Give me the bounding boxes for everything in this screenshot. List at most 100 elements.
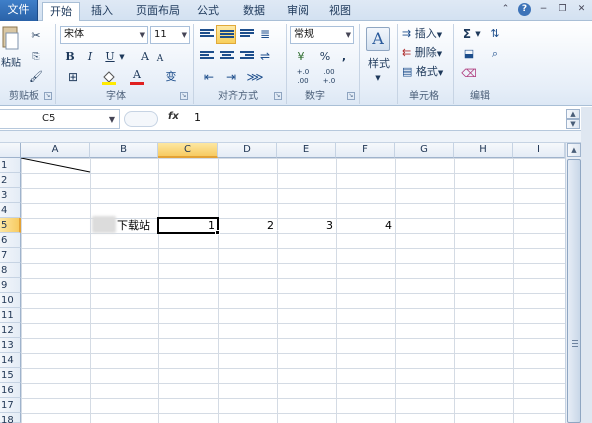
column-header-h[interactable]: H	[454, 143, 513, 158]
column-header-e[interactable]: E	[277, 143, 336, 158]
merge-center-icon[interactable]: ⋙	[244, 68, 266, 86]
tab-review[interactable]: 审阅	[280, 2, 316, 21]
bold-button[interactable]: B	[63, 48, 77, 66]
increase-decimal-button[interactable]: +.0 .00	[292, 68, 314, 86]
copy-icon[interactable]: ⎘	[28, 48, 44, 66]
shrink-font-button[interactable]: A	[154, 50, 166, 68]
tab-page-layout[interactable]: 页面布局	[128, 2, 188, 21]
scroll-thumb[interactable]	[567, 159, 581, 423]
format-cells-button[interactable]: ▤ 格式▼	[402, 63, 450, 81]
row-header-5[interactable]: 5	[0, 218, 21, 233]
row-header-9[interactable]: 9	[0, 278, 21, 293]
grow-font-button[interactable]: A	[138, 48, 152, 66]
row-header-10[interactable]: 10	[0, 293, 21, 308]
column-header-g[interactable]: G	[395, 143, 454, 158]
row-header-4[interactable]: 4	[0, 203, 21, 218]
vertical-scrollbar[interactable]: ▲	[565, 143, 581, 423]
column-header-d[interactable]: D	[218, 143, 277, 158]
row-header-2[interactable]: 2	[0, 173, 21, 188]
restore-icon[interactable]: ❐	[556, 3, 569, 16]
column-header-c[interactable]: C	[158, 143, 218, 158]
tab-file[interactable]: 文件	[0, 0, 38, 21]
border-icon[interactable]: ⊞	[62, 68, 84, 86]
comma-button[interactable]: ,	[338, 48, 350, 66]
underline-button[interactable]: U	[103, 48, 117, 66]
cell-b5[interactable]: 下载站	[117, 218, 158, 233]
sort-filter-icon[interactable]: ⇅	[484, 25, 506, 43]
cell-grid[interactable]	[21, 158, 565, 423]
row-header-7[interactable]: 7	[0, 248, 21, 263]
cut-icon[interactable]: ✂	[28, 27, 44, 45]
row-header-17[interactable]: 17	[0, 398, 21, 413]
paste-button[interactable]: 粘贴	[0, 55, 22, 73]
clear-icon[interactable]: ⌫	[458, 65, 480, 83]
tab-insert[interactable]: 插入	[84, 2, 120, 21]
row-header-6[interactable]: 6	[0, 233, 21, 248]
insert-cells-button[interactable]: ⇉ 插入▼	[402, 25, 450, 43]
scroll-up-icon[interactable]: ▲	[567, 143, 581, 157]
row-header-12[interactable]: 12	[0, 323, 21, 338]
phonetic-button[interactable]: 变	[160, 68, 182, 86]
tab-view[interactable]: 视图	[322, 2, 358, 21]
currency-button[interactable]: ¥	[292, 48, 310, 66]
help-icon[interactable]: ?	[518, 3, 531, 16]
wrap-text-icon[interactable]: ⇌	[256, 47, 274, 65]
name-box[interactable]: C5 ▼	[0, 109, 120, 129]
styles-icon[interactable]: A	[366, 27, 390, 51]
close-icon[interactable]: ✕	[575, 3, 588, 16]
tab-formulas[interactable]: 公式	[190, 2, 226, 21]
minimize-icon[interactable]: −	[537, 3, 550, 16]
paste-icon[interactable]	[0, 25, 22, 55]
font-size-select[interactable]: 11 ▼	[150, 26, 190, 44]
font-color-icon[interactable]: A	[128, 68, 146, 86]
collapse-ribbon-icon[interactable]: ⌃	[499, 3, 512, 16]
delete-cells-button[interactable]: ⇇ 删除▼	[402, 44, 450, 62]
formula-bar-scroll-up-icon[interactable]: ▲	[566, 109, 580, 119]
format-painter-icon[interactable]: 🖌	[28, 68, 44, 86]
cell-d5[interactable]: 2	[218, 218, 277, 233]
decrease-indent-icon[interactable]: ⇤	[200, 68, 218, 86]
align-right-icon[interactable]	[240, 51, 254, 63]
font-launcher-icon[interactable]: ↘	[180, 92, 188, 100]
row-header-8[interactable]: 8	[0, 263, 21, 278]
chevron-down-icon[interactable]: ▼	[474, 25, 482, 43]
clipboard-launcher-icon[interactable]: ↘	[44, 92, 52, 100]
row-header-1[interactable]: 1	[0, 158, 21, 173]
align-middle-button[interactable]	[216, 25, 236, 44]
find-select-icon[interactable]: ⌕	[484, 45, 506, 63]
formula-input[interactable]: 1	[194, 111, 201, 124]
align-bottom-icon[interactable]	[240, 29, 254, 41]
tab-data[interactable]: 数据	[236, 2, 272, 21]
align-top-icon[interactable]	[200, 29, 214, 41]
insert-function-button[interactable]: fx	[168, 111, 179, 122]
chevron-down-icon[interactable]: ▼	[118, 48, 126, 66]
fill-color-icon[interactable]	[100, 68, 118, 86]
italic-button[interactable]: I	[83, 48, 97, 66]
align-left-icon[interactable]	[200, 51, 214, 63]
row-header-16[interactable]: 16	[0, 383, 21, 398]
orientation-icon[interactable]: ≣	[256, 25, 274, 43]
formula-bar-scroll-down-icon[interactable]: ▼	[566, 119, 580, 129]
cell-e5[interactable]: 3	[277, 218, 336, 233]
row-header-18[interactable]: 18	[0, 413, 21, 423]
percent-button[interactable]: %	[318, 48, 332, 66]
fill-handle[interactable]	[215, 230, 220, 235]
column-header-i[interactable]: I	[513, 143, 565, 158]
cell-f5[interactable]: 4	[336, 218, 395, 233]
font-name-select[interactable]: 宋体 ▼	[60, 26, 148, 44]
tab-home[interactable]: 开始	[42, 2, 80, 22]
column-header-a[interactable]: A	[21, 143, 90, 158]
number-format-select[interactable]: 常规 ▼	[290, 26, 354, 44]
column-header-b[interactable]: B	[90, 143, 158, 158]
increase-indent-icon[interactable]: ⇥	[222, 68, 240, 86]
number-launcher-icon[interactable]: ↘	[347, 92, 355, 100]
alignment-launcher-icon[interactable]: ↘	[274, 92, 282, 100]
row-header-14[interactable]: 14	[0, 353, 21, 368]
select-all-corner[interactable]	[0, 143, 21, 158]
row-header-15[interactable]: 15	[0, 368, 21, 383]
row-header-13[interactable]: 13	[0, 338, 21, 353]
align-center-icon[interactable]	[220, 51, 234, 63]
row-header-3[interactable]: 3	[0, 188, 21, 203]
decrease-decimal-button[interactable]: .00 +.0	[318, 68, 340, 86]
column-header-f[interactable]: F	[336, 143, 395, 158]
